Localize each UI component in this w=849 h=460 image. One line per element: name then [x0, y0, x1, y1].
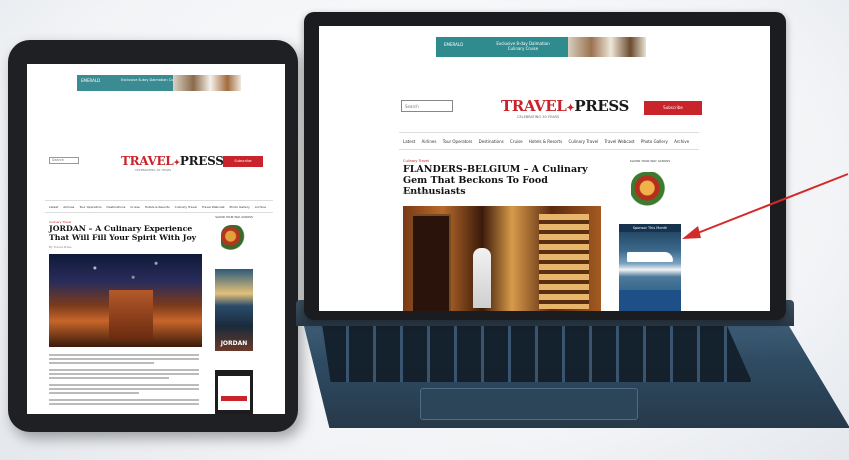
- tablet-nav-archive[interactable]: Archive: [255, 205, 266, 209]
- tablet-tagline: CELEBRATING 30 YEARS: [135, 168, 172, 172]
- tablet-article-title[interactable]: JORDAN – A Culinary Experience That Will…: [49, 224, 199, 242]
- tablet-nav-tour-operators[interactable]: Tour Operators: [79, 205, 101, 209]
- laptop-top-banner-ad[interactable]: EMERALD Exclusive 8-day Dalmatian Culina…: [436, 37, 646, 57]
- newsletter-button[interactable]: [221, 396, 247, 401]
- laptop-nav-cruise[interactable]: Cruise: [510, 139, 523, 144]
- laptop-logo-press: PRESS: [574, 97, 629, 115]
- tablet-site-logo[interactable]: TRAVEL✦PRESS: [121, 154, 224, 168]
- tablet-nav-culinary[interactable]: Culinary Travel: [175, 205, 197, 209]
- tablet-nav-webcast[interactable]: Travel Webcast: [202, 205, 225, 209]
- tablet-sidebar-newsletter[interactable]: [215, 370, 253, 414]
- laptop-nav-hotels[interactable]: Hotels & Resorts: [529, 139, 562, 144]
- petra-facade: [109, 290, 153, 340]
- laptop-nav-webcast[interactable]: Travel Webcast: [604, 139, 634, 144]
- laptop-search-input[interactable]: Search: [401, 100, 453, 112]
- tablet-divider: [45, 212, 273, 213]
- tablet-search-input[interactable]: Search: [49, 157, 79, 164]
- tablet-nav-photo-gallery[interactable]: Photo Gallery: [230, 205, 250, 209]
- tablet-logo-travel: TRAVEL: [121, 154, 174, 168]
- tablet-nav-hotels[interactable]: Hotels & Resorts: [145, 205, 170, 209]
- food-plate: [631, 172, 667, 212]
- shop-door: [411, 214, 451, 311]
- laptop-nav-destinations[interactable]: Destinations: [479, 139, 504, 144]
- cruise-ship: [627, 252, 673, 262]
- laptop-tagline: CELEBRATING 30 YEARS: [517, 115, 560, 119]
- tablet-top-banner-ad[interactable]: EMERALD Exclusive 8-day Dalmatian Culina…: [77, 75, 241, 91]
- cruise-ad-footer: [619, 290, 681, 311]
- laptop-nav-archive[interactable]: Archive: [674, 139, 689, 144]
- tablet-sidebar-ad-food[interactable]: SAVOR YOUR WAY ACROSS: [215, 216, 253, 258]
- laptop-nav-tour-operators[interactable]: Tour Operators: [443, 139, 473, 144]
- laptop-keyboard: [322, 324, 752, 382]
- laptop-article-byline: By Travel Press: [403, 191, 430, 195]
- laptop-ad-text: Exclusive 8-day Dalmatian Culinary Cruis…: [496, 41, 550, 51]
- laptop-article-title[interactable]: FLANDERS-BELGIUM – A Culinary Gem That B…: [403, 164, 603, 197]
- laptop-article-photo: [403, 206, 601, 311]
- laptop-subscribe-button[interactable]: Subscribe: [644, 101, 702, 115]
- chef-figure: [473, 248, 491, 308]
- chocolate-shelves: [539, 214, 589, 309]
- laptop-ad-photo: [568, 37, 646, 57]
- tablet-sidebar-ad-heading: SAVOR YOUR WAY ACROSS: [215, 215, 253, 219]
- tablet-article-body: [49, 354, 199, 407]
- tablet-subscribe-button[interactable]: Subscribe: [223, 156, 263, 167]
- laptop-nav-latest[interactable]: Latest: [403, 139, 415, 144]
- food-plate: [221, 225, 245, 253]
- tablet-ad-logo: EMERALD: [81, 78, 101, 83]
- laptop-site-logo[interactable]: TRAVEL✦PRESS: [501, 97, 629, 115]
- laptop-divider: [399, 149, 699, 150]
- tablet-sidebar-ad-word: JORDAN: [220, 340, 248, 347]
- tablet-ad-photo: [173, 75, 241, 91]
- tablet-sidebar-ad-jordan[interactable]: JORDAN: [215, 269, 253, 351]
- newsletter-form: [218, 376, 250, 410]
- tablet-nav-destinations[interactable]: Destinations: [107, 205, 126, 209]
- tablet-divider: [45, 200, 273, 201]
- callout-arrow-icon: [682, 173, 849, 239]
- laptop-trackpad: [420, 388, 638, 420]
- laptop-ad-logo: EMERALD: [444, 42, 464, 47]
- laptop-logo-travel: TRAVEL: [501, 97, 567, 115]
- tablet-screen: EMERALD Exclusive 8-day Dalmatian Culina…: [27, 64, 285, 414]
- tablet-logo-press: PRESS: [179, 154, 224, 168]
- laptop-nav-culinary[interactable]: Culinary Travel: [568, 139, 598, 144]
- tablet-nav-cruise[interactable]: Cruise: [130, 205, 139, 209]
- laptop-nav-airlines[interactable]: Airlines: [422, 139, 437, 144]
- laptop-nav-photo-gallery[interactable]: Photo Gallery: [641, 139, 668, 144]
- laptop-article-category[interactable]: Culinary Travel: [403, 159, 429, 163]
- laptop-divider: [399, 132, 699, 133]
- tablet-article-photo: [49, 254, 202, 347]
- tablet-nav-latest[interactable]: Latest: [49, 205, 58, 209]
- laptop-main-nav: Latest Airlines Tour Operators Destinati…: [403, 139, 694, 144]
- tablet-device: EMERALD Exclusive 8-day Dalmatian Culina…: [8, 40, 298, 432]
- tablet-main-nav: Latest Airlines Tour Operators Destinati…: [49, 205, 281, 209]
- tablet-article-byline: By Travel Press: [49, 245, 72, 249]
- tablet-nav-airlines[interactable]: Airlines: [63, 205, 74, 209]
